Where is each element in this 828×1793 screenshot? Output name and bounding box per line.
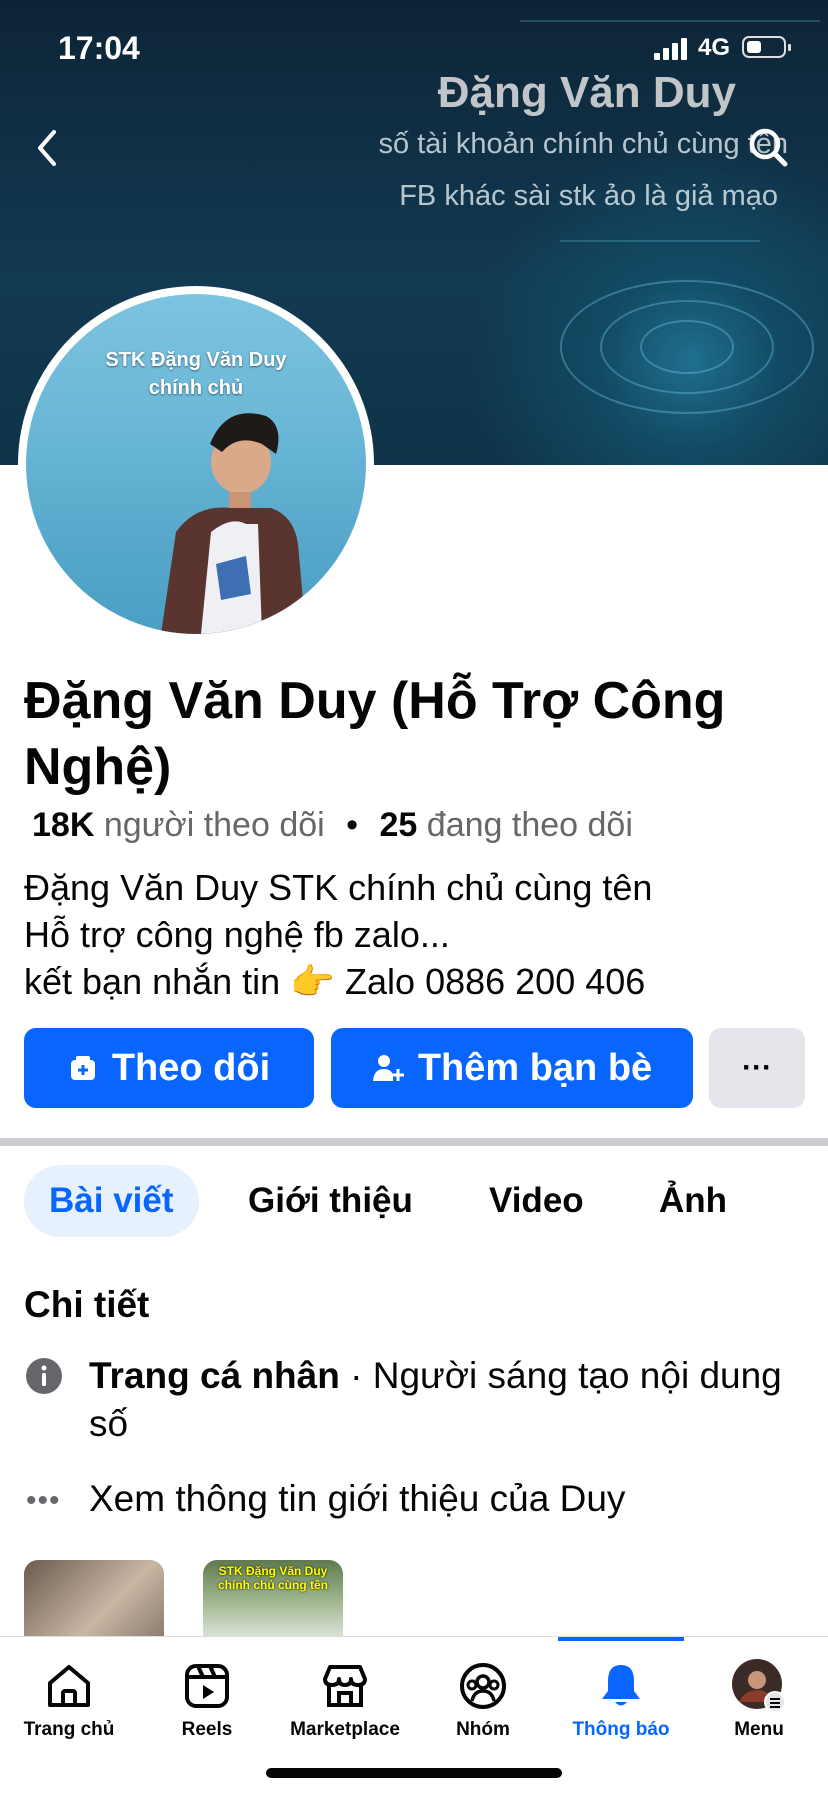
profile-stats: 18K người theo dõi • 25 đang theo dõi xyxy=(32,806,633,845)
followers-count[interactable]: 18K xyxy=(32,806,94,844)
nav-label: Marketplace xyxy=(290,1719,400,1740)
profile-picture: STK Đặng Văn Duy chính chủ xyxy=(26,294,366,634)
follow-button-label: Theo dõi xyxy=(111,1046,271,1089)
featured-photo[interactable] xyxy=(24,1560,164,1640)
add-friend-icon xyxy=(372,1055,404,1081)
profile-category: Trang cá nhân · Người sáng tạo nội dung … xyxy=(89,1352,789,1448)
home-icon xyxy=(0,1657,138,1715)
tab-video[interactable]: Video xyxy=(489,1165,584,1237)
back-icon[interactable] xyxy=(30,128,66,168)
featured-photo-caption: STK Đặng Văn Duy chính chủ cùng tên xyxy=(218,1564,328,1592)
bell-icon xyxy=(552,1657,690,1715)
follow-icon xyxy=(70,1056,95,1080)
cover-line-1: số tài khoản chính chủ cùng tên xyxy=(378,128,788,160)
reels-icon xyxy=(138,1657,276,1715)
home-indicator xyxy=(266,1768,562,1778)
stats-separator: • xyxy=(346,806,359,844)
nav-label: Menu xyxy=(734,1719,784,1740)
see-about-link[interactable]: Xem thông tin giới thiệu của Duy xyxy=(89,1478,625,1520)
section-divider xyxy=(0,1138,828,1146)
more-icon: ··· xyxy=(742,1051,772,1084)
info-icon xyxy=(26,1358,62,1394)
search-icon[interactable] xyxy=(747,126,789,168)
tab-about[interactable]: Giới thiệu xyxy=(248,1165,413,1237)
bio-line-1: Đặng Văn Duy STK chính chủ cùng tên xyxy=(24,867,653,908)
more-options-button[interactable]: ··· xyxy=(709,1028,805,1108)
following-count[interactable]: 25 xyxy=(380,806,418,844)
nav-label: Trang chủ xyxy=(23,1719,115,1740)
nav-home[interactable]: Trang chủ xyxy=(0,1657,138,1741)
nav-marketplace[interactable]: Marketplace xyxy=(276,1657,414,1741)
menu-avatar-icon xyxy=(690,1657,828,1715)
person-illustration xyxy=(161,413,306,634)
nav-label: Nhóm xyxy=(456,1719,510,1740)
followers-label[interactable]: người theo dõi xyxy=(104,806,325,844)
details-title: Chi tiết xyxy=(24,1284,150,1325)
battery-icon xyxy=(742,36,791,58)
more-dots-icon: ••• xyxy=(26,1484,61,1517)
nav-menu[interactable]: Menu xyxy=(690,1657,828,1741)
bio-line-3: kết bạn nhắn tin 👉 Zalo 0886 200 406 xyxy=(24,961,646,1002)
featured-photo[interactable]: STK Đặng Văn Duy chính chủ cùng tên xyxy=(203,1560,343,1640)
following-label[interactable]: đang theo dõi xyxy=(427,806,633,844)
add-friend-button[interactable]: Thêm bạn bè xyxy=(331,1028,693,1108)
avatar[interactable]: STK Đặng Văn Duy chính chủ xyxy=(18,286,374,642)
page-type: Trang cá nhân xyxy=(89,1355,340,1396)
cover-line-2: FB khác sài stk ảo là giả mạo xyxy=(399,180,778,212)
bio-line-2: Hỗ trợ công nghệ fb zalo... xyxy=(24,914,450,955)
active-tab-indicator xyxy=(558,1637,684,1641)
add-friend-button-label: Thêm bạn bè xyxy=(417,1046,653,1089)
cover-decoration xyxy=(640,320,734,374)
signal-icon xyxy=(654,38,690,60)
nav-reels[interactable]: Reels xyxy=(138,1657,276,1741)
tab-photos[interactable]: Ảnh xyxy=(659,1165,727,1237)
profile-name: Đặng Văn Duy (Hỗ Trợ Công Nghệ) xyxy=(24,672,726,796)
nav-label: Thông báo xyxy=(572,1719,670,1740)
marketplace-icon xyxy=(276,1657,414,1715)
groups-icon xyxy=(414,1657,552,1715)
cover-decoration xyxy=(560,240,760,242)
nav-groups[interactable]: Nhóm xyxy=(414,1657,552,1741)
network-label: 4G xyxy=(698,34,731,61)
follow-button[interactable]: Theo dõi xyxy=(24,1028,314,1108)
nav-notifications[interactable]: Thông báo xyxy=(552,1657,690,1741)
profile-bio: Đặng Văn Duy STK chính chủ cùng tên Hỗ t… xyxy=(24,864,652,1005)
status-time: 17:04 xyxy=(58,30,140,66)
nav-label: Reels xyxy=(181,1719,233,1740)
status-bar: 17:04 4G xyxy=(0,0,828,90)
tab-posts[interactable]: Bài viết xyxy=(24,1165,199,1237)
